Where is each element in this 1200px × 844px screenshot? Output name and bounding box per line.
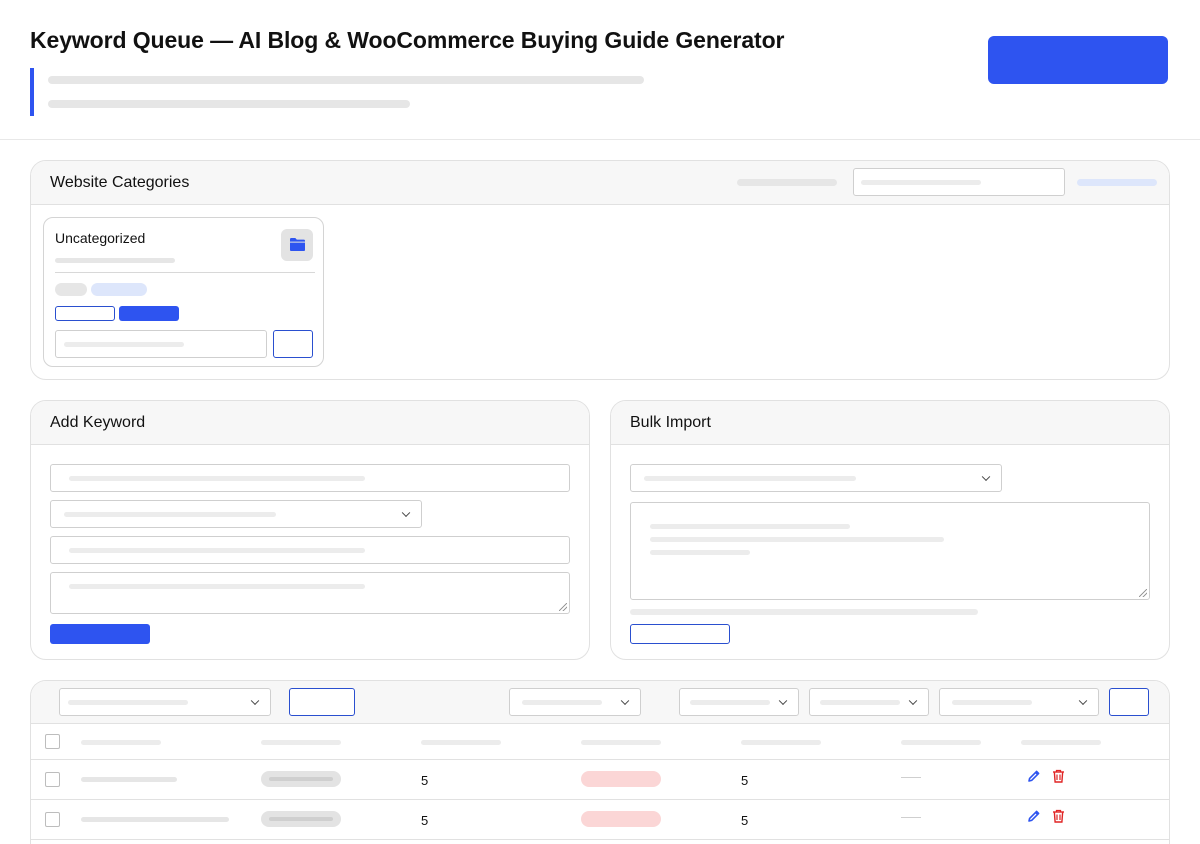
column-header	[901, 740, 981, 745]
bulk-import-button[interactable]	[630, 624, 730, 644]
category-edit-button[interactable]	[55, 306, 115, 321]
description-accent-bar	[30, 68, 34, 116]
category-badge	[55, 283, 87, 296]
table-header-row	[31, 724, 1169, 760]
column-header	[81, 740, 161, 745]
category-card: Uncategorized	[43, 217, 324, 367]
add-keyword-panel: Add Keyword	[30, 400, 590, 660]
bulk-action-select[interactable]	[59, 688, 271, 716]
chevron-down-icon	[778, 696, 788, 706]
keyword-notes-textarea[interactable]	[50, 572, 570, 614]
select-all-checkbox[interactable]	[45, 734, 60, 749]
status-badge	[581, 771, 661, 787]
chevron-down-icon	[250, 696, 260, 706]
column-header	[581, 740, 661, 745]
cell-count: 5	[421, 773, 429, 788]
resize-handle[interactable]	[1139, 589, 1147, 597]
row-checkbox[interactable]	[45, 772, 60, 787]
panel-header: Bulk Import	[611, 401, 1169, 445]
status-badge	[581, 811, 661, 827]
website-categories-panel: Website Categories Uncategorized	[30, 160, 1170, 380]
row-checkbox[interactable]	[45, 812, 60, 827]
chevron-down-icon	[908, 696, 918, 706]
keyword-table-panel: 5 5 5 5	[30, 680, 1170, 844]
panel-title: Add Keyword	[50, 414, 146, 431]
cell-count: 5	[421, 813, 429, 828]
empty-cell-dash	[901, 777, 921, 778]
trash-icon[interactable]	[1052, 809, 1065, 828]
bulk-keywords-textarea[interactable]	[630, 502, 1150, 600]
panel-link[interactable]	[1077, 179, 1157, 186]
page-title: Keyword Queue — AI Blog & WooCommerce Bu…	[30, 27, 785, 53]
panel-header: Add Keyword	[31, 401, 589, 445]
folder-icon	[290, 238, 305, 251]
category-select[interactable]	[50, 500, 422, 528]
cell-count: 5	[741, 773, 749, 788]
type-filter-select[interactable]	[809, 688, 929, 716]
keyword-cell	[81, 777, 177, 782]
resize-handle[interactable]	[559, 603, 567, 611]
table-toolbar	[31, 681, 1169, 724]
chevron-down-icon	[620, 696, 630, 706]
column-header	[261, 740, 341, 745]
cell-count: 5	[741, 813, 749, 828]
category-submit-button[interactable]	[273, 330, 313, 358]
column-header	[741, 740, 821, 745]
filter-button[interactable]	[1109, 688, 1149, 716]
keyword-cell	[81, 817, 229, 822]
chevron-down-icon	[401, 508, 411, 518]
keyword-input[interactable]	[50, 464, 570, 492]
primary-action-button[interactable]	[988, 36, 1168, 84]
column-header	[1021, 740, 1101, 745]
trash-icon[interactable]	[1052, 769, 1065, 788]
column-header	[421, 740, 501, 745]
chevron-down-icon	[1078, 696, 1088, 706]
category-badge	[91, 283, 147, 296]
category-search-input[interactable]	[853, 168, 1065, 196]
category-count	[737, 179, 837, 186]
table-row: 5 5	[31, 760, 1169, 800]
category-meta	[55, 258, 175, 263]
chevron-down-icon	[981, 472, 991, 482]
bulk-import-panel: Bulk Import	[610, 400, 1170, 660]
panel-title: Bulk Import	[630, 414, 711, 431]
keyword-secondary-input[interactable]	[50, 536, 570, 564]
category-input[interactable]	[55, 330, 267, 358]
category-filter-select[interactable]	[679, 688, 799, 716]
category-name: Uncategorized	[55, 230, 146, 246]
edit-icon[interactable]	[1027, 809, 1041, 828]
panel-header: Website Categories	[31, 161, 1169, 205]
panel-title: Website Categories	[50, 174, 190, 191]
description-line	[48, 100, 410, 108]
add-keyword-button[interactable]	[50, 624, 150, 644]
bulk-category-select[interactable]	[630, 464, 1002, 492]
edit-icon[interactable]	[1027, 769, 1041, 788]
table-row: 5 5	[31, 800, 1169, 840]
category-folder-button[interactable]	[281, 229, 313, 261]
empty-cell-dash	[901, 817, 921, 818]
status-filter-select[interactable]	[509, 688, 641, 716]
apply-bulk-action-button[interactable]	[289, 688, 355, 716]
sort-filter-select[interactable]	[939, 688, 1099, 716]
description-line	[48, 76, 644, 84]
page-header: Keyword Queue — AI Blog & WooCommerce Bu…	[0, 0, 1200, 140]
category-action-button[interactable]	[119, 306, 179, 321]
bulk-import-help-text	[630, 609, 978, 615]
